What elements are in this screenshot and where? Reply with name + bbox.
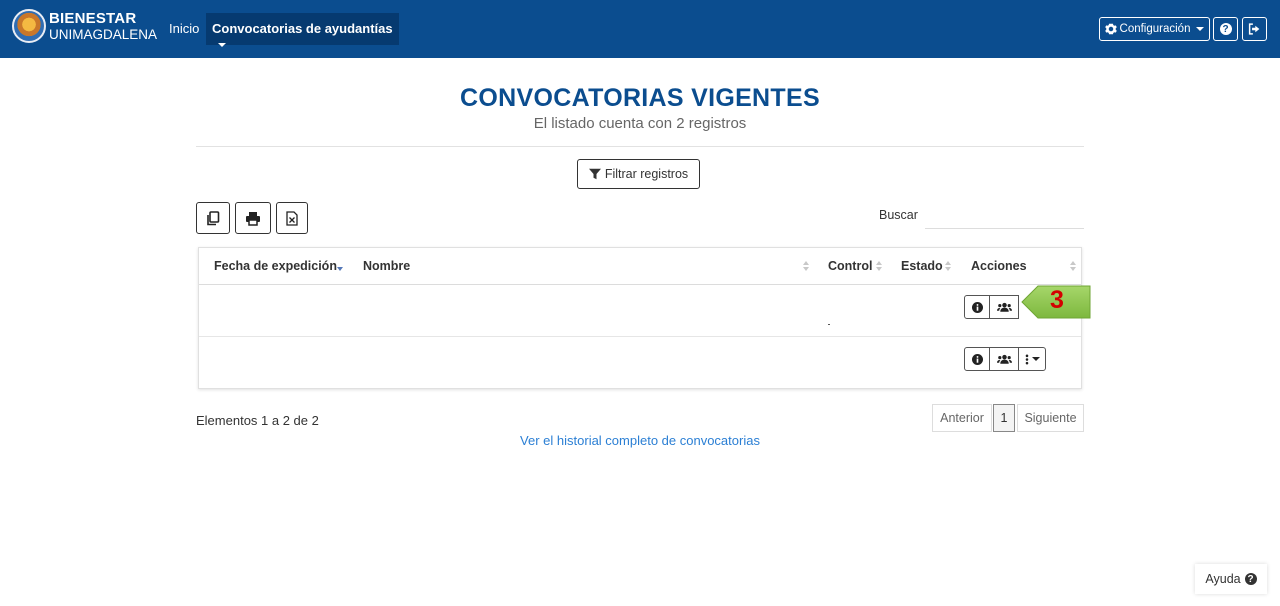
users-icon [996, 302, 1012, 312]
brand[interactable]: BIENESTAR UNIMAGDALENA [49, 11, 157, 43]
pagination-page-1[interactable]: 1 [993, 404, 1015, 432]
chevron-down-icon [218, 42, 226, 47]
filter-records-button[interactable]: Filtrar registros [577, 159, 700, 189]
pagination-prev[interactable]: Anterior [932, 404, 992, 432]
sort-icon [1070, 261, 1076, 273]
university-logo[interactable] [12, 9, 46, 43]
convocatorias-table: Fecha de expedición Nombre Control Estad… [198, 247, 1082, 389]
info-icon [971, 353, 983, 365]
nav-inicio-link[interactable]: Inicio [169, 21, 199, 36]
help-label: Ayuda [1205, 572, 1241, 586]
col-fecha[interactable]: Fecha de expedición [214, 259, 337, 273]
history-link[interactable]: Ver el historial completo de convocatori… [0, 433, 1280, 448]
users-button[interactable] [989, 295, 1019, 319]
page-title: CONVOCATORIAS VIGENTES [460, 84, 820, 112]
filter-icon [588, 168, 601, 180]
excel-icon [286, 210, 298, 226]
sort-icon [876, 261, 882, 273]
logout-button[interactable] [1242, 17, 1267, 41]
info-button[interactable] [964, 295, 990, 319]
table-header: Fecha de expedición Nombre Control Estad… [199, 248, 1081, 285]
filter-label: Filtrar registros [604, 167, 689, 181]
help-button[interactable]: ? [1213, 17, 1238, 41]
col-control[interactable]: Control [828, 259, 872, 273]
brand-line2: UNIMAGDALENA [49, 27, 158, 42]
print-button[interactable] [235, 202, 271, 234]
brand-line1: BIENESTAR [49, 10, 137, 27]
copy-button[interactable] [196, 202, 230, 234]
search-label: Buscar [879, 208, 918, 222]
step-callout: 3 [1020, 283, 1092, 321]
config-dropdown-button[interactable]: Configuración [1099, 17, 1210, 41]
question-icon: ? [1219, 23, 1232, 35]
table-row [199, 337, 1081, 389]
print-icon [246, 211, 260, 226]
step-number: 3 [1050, 286, 1064, 314]
users-icon [996, 354, 1012, 364]
sort-desc-icon [337, 267, 343, 271]
header-divider [196, 146, 1084, 147]
nav-convocatorias-dropdown[interactable]: Convocatorias de ayudantías [206, 13, 399, 47]
top-navbar: BIENESTAR UNIMAGDALENA Inicio Convocator… [0, 0, 1280, 58]
pagination-next[interactable]: Siguiente [1017, 404, 1084, 432]
excel-button[interactable] [276, 202, 308, 234]
col-nombre[interactable]: Nombre [363, 259, 410, 273]
table-info: Elementos 1 a 2 de 2 [196, 413, 319, 428]
table-row [199, 285, 1081, 337]
info-button[interactable] [964, 347, 990, 371]
question-icon: ? [1244, 573, 1257, 585]
users-button[interactable] [989, 347, 1019, 371]
sign-out-icon [1248, 23, 1260, 35]
sort-icon [803, 261, 809, 273]
info-icon [971, 301, 983, 313]
page-subtitle: El listado cuenta con 2 registros [533, 115, 747, 132]
nav-convocatorias-label: Convocatorias de ayudantías [212, 21, 393, 36]
more-actions-dropdown[interactable] [1018, 347, 1046, 371]
copy-icon [207, 210, 220, 225]
col-acciones[interactable]: Acciones [971, 259, 1027, 273]
row-mark [828, 324, 830, 325]
col-estado[interactable]: Estado [901, 259, 943, 273]
sort-icon [945, 261, 951, 273]
chevron-down-icon [1196, 27, 1205, 31]
ellipsis-vertical-icon [1025, 354, 1028, 364]
chevron-down-icon [1031, 357, 1040, 361]
gear-icon [1104, 23, 1117, 35]
search-input[interactable] [925, 203, 1084, 229]
help-float-button[interactable]: Ayuda ? [1195, 564, 1267, 594]
config-label: Configuración [1119, 23, 1191, 35]
